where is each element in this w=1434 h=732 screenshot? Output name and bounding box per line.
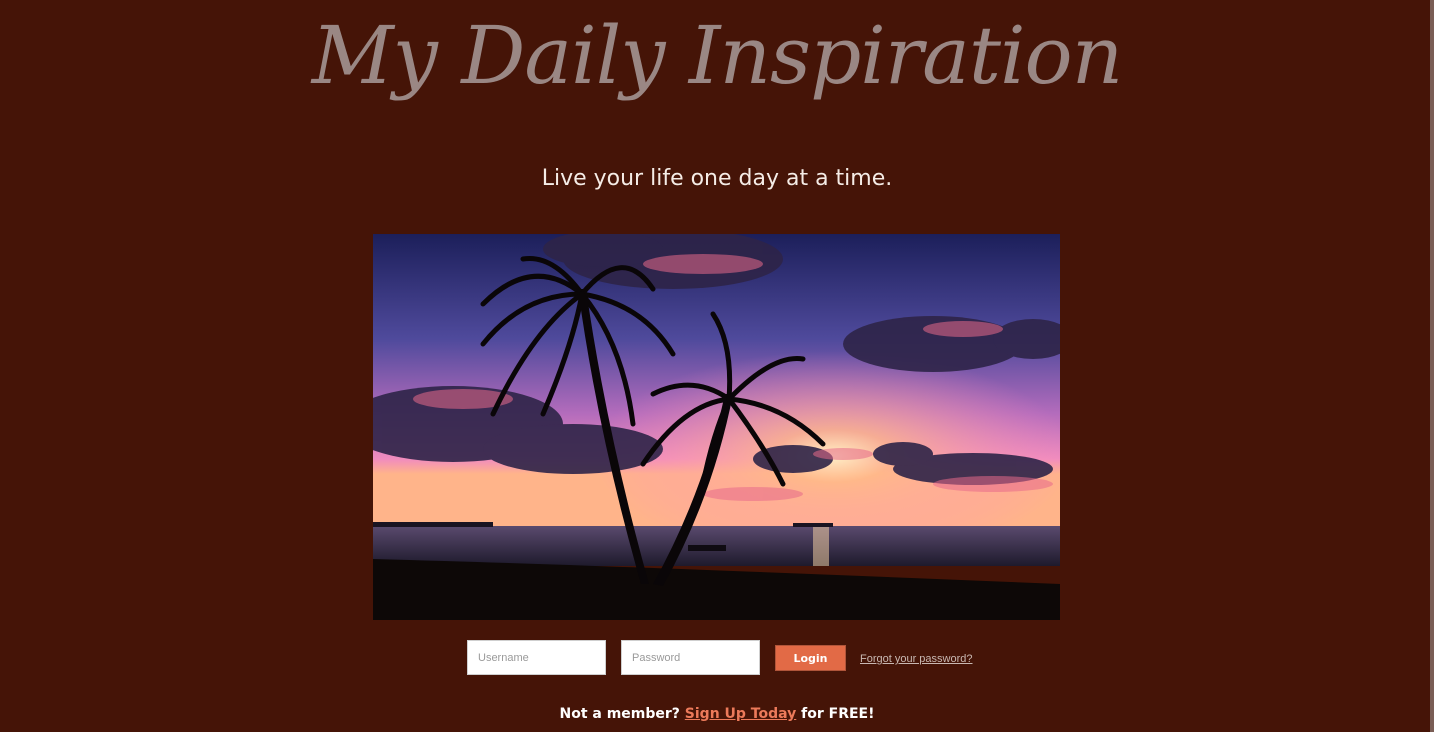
- signup-prompt: Not a member? Sign Up Today for FREE!: [0, 703, 1434, 725]
- password-input[interactable]: [621, 640, 760, 675]
- forgot-password-link[interactable]: Forgot your password?: [860, 653, 973, 665]
- signup-suffix: for FREE!: [801, 706, 875, 722]
- tagline: Live your life one day at a time.: [541, 166, 893, 191]
- login-form: Login Forgot your password?: [0, 640, 1434, 678]
- username-input[interactable]: [467, 640, 606, 675]
- signup-link[interactable]: Sign Up Today: [685, 706, 796, 722]
- site-title: My Daily Inspiration: [311, 9, 1124, 102]
- hero-image: [373, 234, 1060, 620]
- login-button[interactable]: Login: [775, 645, 846, 671]
- signup-prefix: Not a member?: [559, 706, 680, 722]
